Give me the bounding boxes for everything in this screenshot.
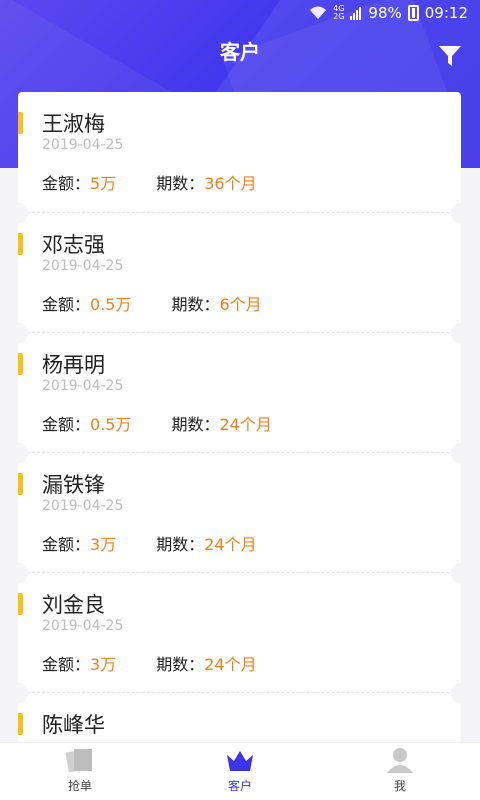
status-bar: 4G 2G 98% 09:12 <box>0 0 480 28</box>
page-title: 客户 <box>220 40 260 64</box>
customer-info: 金额： 0.5万 期数： 24个月 <box>42 411 272 435</box>
term-value: 24个月 <box>204 655 257 674</box>
customer-info: 金额： 5万 期数： 36个月 <box>42 170 257 194</box>
crown-icon <box>227 751 253 771</box>
customer-info: 金额： 0.5万 期数： 6个月 <box>42 291 262 315</box>
card-marker <box>18 593 23 615</box>
amount-value: 3万 <box>90 655 117 674</box>
amount-value: 0.5万 <box>90 295 132 314</box>
tab-label: 我 <box>393 779 406 793</box>
customer-list: 王淑梅 2019-04-25 金额： 5万 期数： 36个月 邓志强 2019-… <box>8 92 471 800</box>
customer-date: 2019-04-25 <box>42 137 124 153</box>
amount-label: 金额： <box>42 415 91 434</box>
customer-name: 刘金良 <box>42 593 105 617</box>
customer-name: 邓志强 <box>42 233 105 257</box>
amount-label: 金额： <box>42 174 91 193</box>
customer-info: 金额： 3万 期数： 24个月 <box>42 651 257 675</box>
customer-name: 王淑梅 <box>42 112 105 136</box>
cards-icon <box>65 749 92 773</box>
customer-info: 金额： 3万 期数： 24个月 <box>42 531 257 555</box>
bottom-tab-bar: 抢单 客户 我 <box>0 742 480 800</box>
card-marker <box>18 713 23 735</box>
customer-card[interactable]: 漏铁锋 2019-04-25 金额： 3万 期数： 24个月 <box>8 443 471 572</box>
term-label: 期数： <box>171 415 220 434</box>
amount-value: 0.5万 <box>90 415 132 434</box>
term-label: 期数： <box>156 535 205 554</box>
card-marker <box>18 473 23 495</box>
term-value: 6个月 <box>219 295 262 314</box>
term-label: 期数： <box>156 174 205 193</box>
customer-date: 2019-04-25 <box>42 378 124 394</box>
wifi-icon <box>310 6 327 19</box>
customer-name: 陈峰华 <box>42 713 105 737</box>
customer-name: 杨再明 <box>42 353 105 377</box>
customer-card[interactable]: 王淑梅 2019-04-25 金额： 5万 期数： 36个月 <box>18 92 461 212</box>
amount-label: 金额： <box>42 655 91 674</box>
battery-icon <box>407 5 419 21</box>
filter-icon[interactable] <box>438 44 462 68</box>
tab-label: 抢单 <box>67 779 92 793</box>
card-marker <box>18 353 23 375</box>
tab-me[interactable]: 我 <box>320 743 480 800</box>
customer-name: 漏铁锋 <box>42 473 105 497</box>
amount-value: 5万 <box>90 174 117 193</box>
customer-card[interactable]: 刘金良 2019-04-25 金额： 3万 期数： 24个月 <box>8 563 471 692</box>
customer-card[interactable]: 杨再明 2019-04-25 金额： 0.5万 期数： 24个月 <box>8 323 471 452</box>
tab-grab-order[interactable]: 抢单 <box>0 743 160 800</box>
user-icon <box>387 748 413 773</box>
amount-label: 金额： <box>42 535 91 554</box>
term-label: 期数： <box>156 655 205 674</box>
network-type: 4G 2G <box>333 4 345 21</box>
card-marker <box>18 112 23 134</box>
term-value: 36个月 <box>204 174 257 193</box>
term-value: 24个月 <box>219 415 272 434</box>
tab-customers[interactable]: 客户 <box>160 743 320 800</box>
amount-value: 3万 <box>90 535 117 554</box>
customer-date: 2019-04-25 <box>42 258 124 274</box>
term-label: 期数： <box>171 295 220 314</box>
term-value: 24个月 <box>204 535 257 554</box>
customer-card[interactable]: 邓志强 2019-04-25 金额： 0.5万 期数： 6个月 <box>8 203 471 332</box>
clock: 09:12 <box>424 4 468 22</box>
battery-percent: 98% <box>368 4 402 22</box>
card-marker <box>18 233 23 255</box>
tab-label: 客户 <box>227 779 252 793</box>
amount-label: 金额： <box>42 295 91 314</box>
signal-icon <box>350 7 362 20</box>
customer-date: 2019-04-25 <box>42 498 124 514</box>
customer-date: 2019-04-25 <box>42 618 124 634</box>
